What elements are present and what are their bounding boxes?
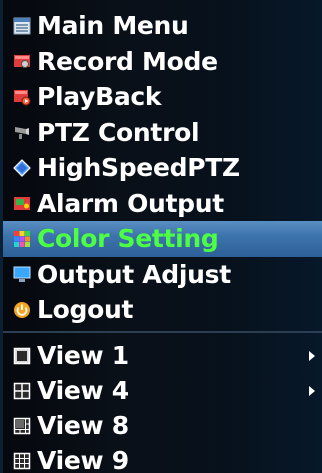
submenu-arrow-icon bbox=[309, 350, 315, 361]
camera-record-icon bbox=[13, 52, 31, 70]
quad-view-icon bbox=[13, 382, 31, 400]
monitor-icon bbox=[13, 265, 31, 283]
menu-item-logout[interactable]: Logout bbox=[3, 292, 322, 328]
menu-item-label: Record Mode bbox=[37, 46, 218, 76]
menu-item-label: View 8 bbox=[37, 411, 129, 440]
power-icon bbox=[13, 301, 31, 319]
menu-item-view-4[interactable]: View 4 bbox=[3, 373, 322, 408]
single-view-icon bbox=[13, 347, 31, 365]
menu-item-main-menu[interactable]: Main Menu bbox=[3, 8, 322, 44]
menu-item-label: Output Adjust bbox=[37, 259, 231, 289]
color-palette-icon bbox=[13, 230, 31, 248]
menu-item-playback[interactable]: PlayBack bbox=[3, 79, 322, 115]
menu-item-label: PlayBack bbox=[37, 82, 162, 112]
menu-item-label: View 4 bbox=[37, 376, 129, 405]
menu-item-label: Alarm Output bbox=[37, 188, 224, 218]
menu-item-label: Logout bbox=[37, 295, 134, 325]
menu-divider bbox=[3, 331, 322, 333]
eight-view-icon bbox=[13, 417, 31, 435]
menu-item-label: HighSpeedPTZ bbox=[37, 153, 240, 183]
diamond-icon bbox=[13, 158, 31, 177]
menu-item-ptz-control[interactable]: PTZ Control bbox=[3, 115, 322, 151]
view-layout-section: View 1 View 4 View 8 View 9 bbox=[3, 338, 322, 473]
menu-item-label: PTZ Control bbox=[37, 117, 200, 147]
menu-item-label: View 9 bbox=[37, 446, 129, 473]
menu-item-view-8[interactable]: View 8 bbox=[3, 408, 322, 443]
ptz-camera-icon bbox=[13, 123, 31, 141]
nine-view-icon bbox=[13, 452, 31, 470]
menu-item-record-mode[interactable]: Record Mode bbox=[3, 44, 322, 80]
playback-icon bbox=[13, 88, 31, 106]
menu-item-view-9[interactable]: View 9 bbox=[3, 443, 322, 473]
menu-item-label: Main Menu bbox=[37, 11, 189, 41]
alarm-icon bbox=[13, 194, 31, 212]
menu-item-output-adjust[interactable]: Output Adjust bbox=[3, 257, 322, 293]
menu-item-label: Color Setting bbox=[37, 224, 219, 254]
menu-item-highspeed-ptz[interactable]: HighSpeedPTZ bbox=[3, 150, 322, 186]
main-menu-section: Main Menu Record Mode PlayBack PTZ Contr… bbox=[3, 8, 322, 328]
context-menu: Main Menu Record Mode PlayBack PTZ Contr… bbox=[0, 0, 322, 473]
grid-icon bbox=[13, 17, 31, 35]
menu-item-view-1[interactable]: View 1 bbox=[3, 338, 322, 373]
submenu-arrow-icon bbox=[309, 385, 315, 396]
menu-item-color-setting[interactable]: Color Setting bbox=[3, 221, 322, 257]
menu-item-alarm-output[interactable]: Alarm Output bbox=[3, 186, 322, 222]
menu-item-label: View 1 bbox=[37, 341, 129, 370]
